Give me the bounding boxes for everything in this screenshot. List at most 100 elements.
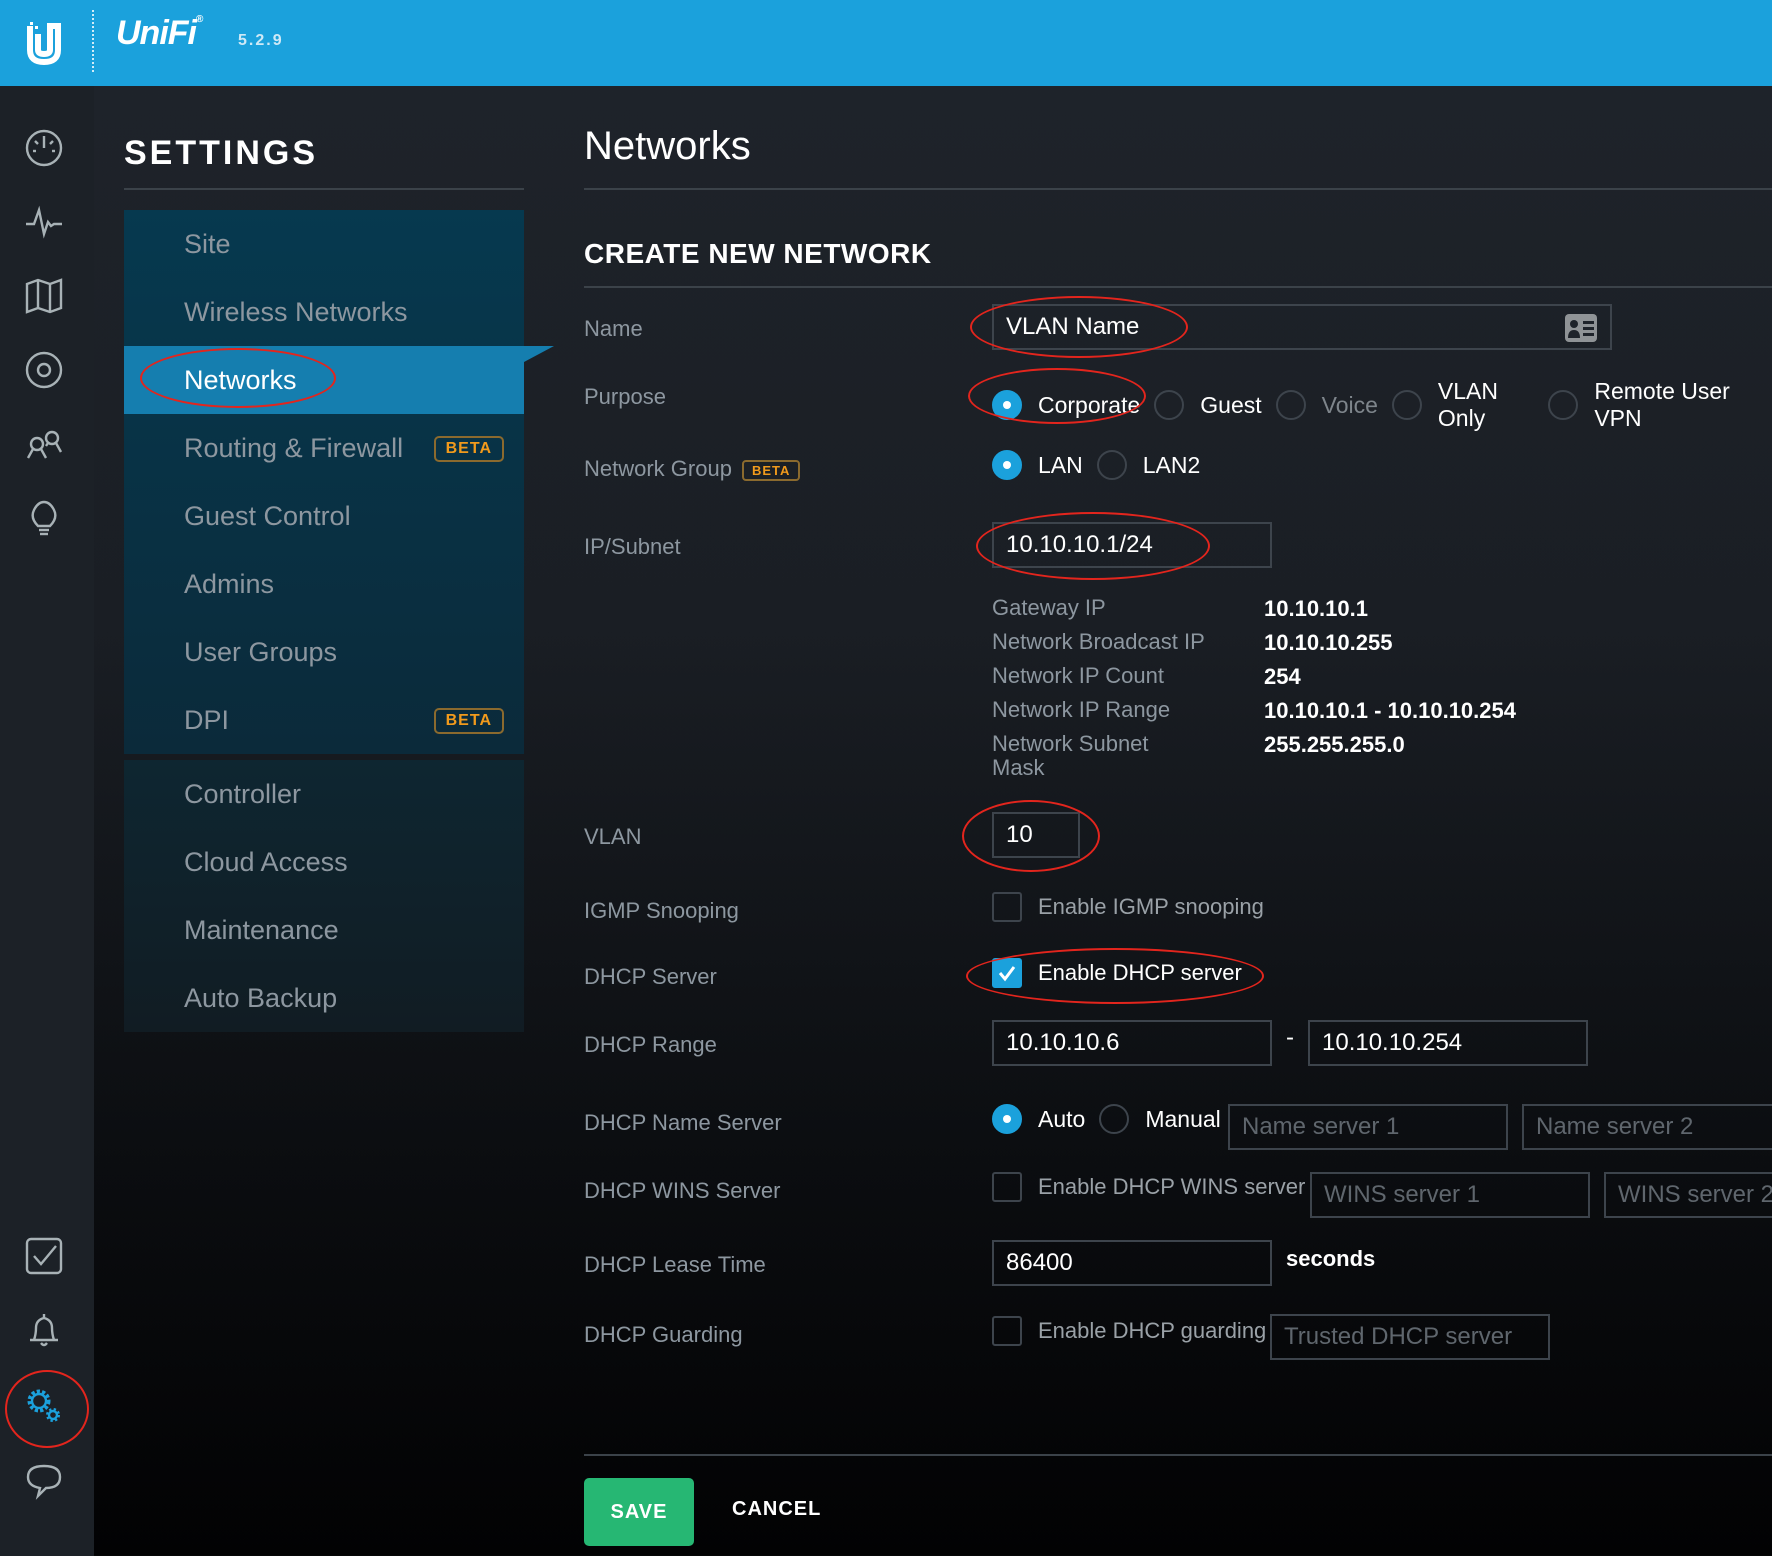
name-server-option-auto[interactable]: Auto <box>992 1104 1085 1134</box>
gateway-ip-value: 10.10.10.1 <box>1264 596 1368 621</box>
ubiquiti-logo-icon[interactable] <box>24 20 64 66</box>
cancel-button[interactable]: CANCEL <box>732 1498 821 1521</box>
subnet-mask-key: Network Subnet Mask <box>992 731 1149 780</box>
vlan-input[interactable]: 10 <box>992 812 1080 858</box>
igmp-checkbox-row[interactable]: Enable IGMP snooping <box>992 892 1264 922</box>
vlan-label: VLAN <box>584 824 642 849</box>
network-group-option-lan[interactable]: LAN <box>992 450 1083 480</box>
radio-selected[interactable] <box>992 1104 1022 1134</box>
radio-selected[interactable] <box>992 390 1022 420</box>
sidebar-item-controller[interactable]: Controller <box>124 760 524 828</box>
radio-selected[interactable] <box>992 450 1022 480</box>
ip-subnet-input[interactable]: 10.10.10.1/24 <box>992 522 1272 568</box>
map-icon <box>25 278 63 314</box>
sidebar-item-label: Maintenance <box>184 914 339 945</box>
range-start-value: 10.10.10.6 <box>1006 1029 1120 1056</box>
subnet-mask-value: 255.255.255.0 <box>1264 732 1405 757</box>
save-button[interactable]: SAVE <box>584 1478 694 1546</box>
sidebar-item-maintenance[interactable]: Maintenance <box>124 896 524 964</box>
dhcp-server-checkbox-row[interactable]: Enable DHCP server <box>992 958 1242 988</box>
statistics-nav[interactable] <box>22 200 66 244</box>
name-server-option-manual[interactable]: Manual <box>1099 1104 1221 1134</box>
sidebar-item-label: Controller <box>184 778 302 809</box>
registered-mark: ® <box>195 14 203 25</box>
radio[interactable] <box>1548 390 1579 420</box>
chat-nav[interactable] <box>22 1458 66 1502</box>
wins-checkbox-row[interactable]: Enable DHCP WINS server <box>992 1172 1305 1202</box>
dashboard-nav[interactable] <box>22 126 66 170</box>
sidebar-item-dpi[interactable]: DPI BETA <box>124 686 524 754</box>
clients-nav[interactable] <box>22 422 66 466</box>
option-label: LAN2 <box>1142 451 1201 478</box>
alerts-nav[interactable] <box>22 1308 66 1352</box>
map-nav[interactable] <box>22 274 66 318</box>
brand-text: UniFi <box>116 14 197 52</box>
guarding-checkbox-row[interactable]: Enable DHCP guarding <box>992 1316 1266 1346</box>
name-value: VLAN Name <box>1006 313 1140 340</box>
name-server-2-input[interactable]: Name server 2 <box>1522 1104 1772 1150</box>
sidebar-item-routing-firewall[interactable]: Routing & Firewall BETA <box>124 414 524 482</box>
igmp-checkbox[interactable] <box>992 892 1022 922</box>
settings-title: SETTINGS <box>124 134 319 172</box>
radio[interactable] <box>1391 390 1422 420</box>
ip-range-value: 10.10.10.1 - 10.10.10.254 <box>1264 698 1516 723</box>
option-label: Manual <box>1145 1105 1221 1132</box>
purpose-option-corporate[interactable]: Corporate <box>992 390 1140 420</box>
name-server-1-input[interactable]: Name server 1 <box>1228 1104 1508 1150</box>
unifi-logo[interactable]: UniFi® <box>116 14 203 53</box>
icon-rail <box>0 86 94 1556</box>
dhcp-range-label: DHCP Range <box>584 1032 717 1057</box>
wins-server-2-input[interactable]: WINS server 2 <box>1604 1172 1772 1218</box>
lease-time-input[interactable]: 86400 <box>992 1240 1272 1286</box>
placeholder: Name server 2 <box>1536 1113 1694 1140</box>
devices-nav[interactable] <box>22 348 66 392</box>
insights-nav[interactable] <box>22 496 66 540</box>
beta-badge: BETA <box>433 708 504 734</box>
chat-icon <box>26 1464 62 1500</box>
network-group-option-lan2[interactable]: LAN2 <box>1096 450 1201 480</box>
settings-divider <box>124 188 524 190</box>
sidebar-item-label: Cloud Access <box>184 846 348 877</box>
option-label: Guest <box>1200 391 1262 418</box>
sidebar-item-guest-control[interactable]: Guest Control <box>124 482 524 550</box>
beta-badge: BETA <box>433 436 504 462</box>
purpose-option-remote-user-vpn[interactable]: Remote User VPN <box>1548 378 1758 432</box>
sidebar-item-label: Routing & Firewall <box>184 432 404 463</box>
alerts-icon <box>30 1314 58 1347</box>
section-title: CREATE NEW NETWORK <box>584 238 932 269</box>
sidebar-item-auto-backup[interactable]: Auto Backup <box>124 964 524 1032</box>
sidebar-item-admins[interactable]: Admins <box>124 550 524 618</box>
events-nav[interactable] <box>22 1234 66 1278</box>
sidebar-item-networks[interactable]: Networks <box>124 346 554 414</box>
radio[interactable] <box>1154 390 1185 420</box>
sidebar-item-site[interactable]: Site <box>124 210 524 278</box>
radio[interactable] <box>1096 450 1127 480</box>
ip-subnet-value: 10.10.10.1/24 <box>1006 531 1153 558</box>
purpose-option-guest[interactable]: Guest <box>1154 390 1262 420</box>
placeholder: Name server 1 <box>1242 1113 1400 1140</box>
trusted-dhcp-input[interactable]: Trusted DHCP server <box>1270 1314 1550 1360</box>
wins-server-1-input[interactable]: WINS server 1 <box>1310 1172 1590 1218</box>
dhcp-range-start-input[interactable]: 10.10.10.6 <box>992 1020 1272 1066</box>
name-input[interactable]: VLAN Name <box>992 304 1612 350</box>
page-title: Networks <box>584 124 751 168</box>
header-divider <box>92 10 94 72</box>
wins-checkbox[interactable] <box>992 1172 1022 1202</box>
sidebar-item-user-groups[interactable]: User Groups <box>124 618 524 686</box>
sidebar-item-wireless-networks[interactable]: Wireless Networks <box>124 278 524 346</box>
range-end-value: 10.10.10.254 <box>1322 1029 1463 1056</box>
purpose-option-vlan-only[interactable]: VLAN Only <box>1391 378 1534 432</box>
dhcp-server-checkbox[interactable] <box>992 958 1022 988</box>
footer-divider <box>584 1454 1772 1456</box>
radio[interactable] <box>1099 1104 1130 1134</box>
guarding-checkbox[interactable] <box>992 1316 1022 1346</box>
checkbox-label: Enable DHCP server <box>1038 960 1242 985</box>
name-server-radio-group: Auto Manual <box>992 1104 1235 1134</box>
dhcp-wins-label: DHCP WINS Server <box>584 1178 781 1203</box>
contact-card-icon[interactable] <box>1564 313 1598 343</box>
option-label: Auto <box>1038 1105 1086 1132</box>
gateway-ip-key: Gateway IP <box>992 595 1106 620</box>
sidebar-item-cloud-access[interactable]: Cloud Access <box>124 828 524 896</box>
dhcp-range-end-input[interactable]: 10.10.10.254 <box>1308 1020 1588 1066</box>
radio <box>1275 390 1306 420</box>
